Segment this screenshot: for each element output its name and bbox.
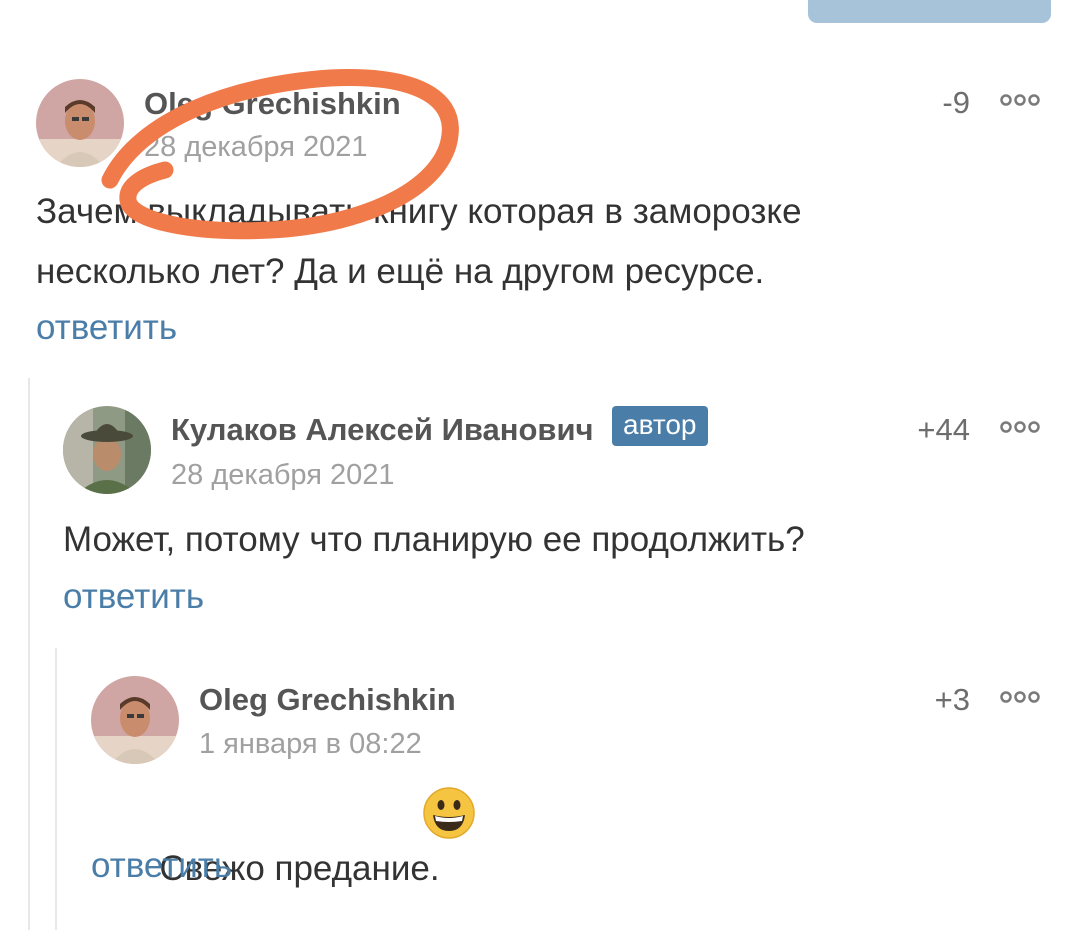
more-dots-icon[interactable] (1000, 690, 1040, 704)
avatar[interactable] (36, 79, 124, 167)
user-photo-icon (91, 676, 179, 764)
comment-text: Зачем выкладывать книгу которая в заморо… (36, 182, 1036, 302)
comment-text-line: Зачем выкладывать книгу которая в заморо… (36, 192, 802, 231)
avatar[interactable] (63, 406, 151, 494)
author-name[interactable]: Oleg Grechishkin (144, 86, 401, 122)
top-action-button[interactable] (808, 0, 1051, 23)
comment-score: -9 (942, 85, 970, 120)
comment-text: Может, потому что планирую ее продолжить… (63, 510, 1023, 570)
comment-date: 28 декабря 2021 (144, 131, 368, 163)
reply-link[interactable]: ответить (36, 308, 177, 348)
comment-text-line: несколько лет? Да и ещё на другом ресурс… (36, 252, 765, 291)
comment-text-line: Может, потому что планирую ее продолжить… (63, 520, 805, 559)
thread-indent-line (55, 648, 57, 930)
author-badge: автор (612, 406, 708, 446)
more-dots-icon[interactable] (1000, 420, 1040, 434)
author-name[interactable]: Oleg Grechishkin (199, 682, 456, 718)
comment-score: +3 (934, 682, 970, 717)
reply-link[interactable]: ответить (63, 577, 204, 617)
comment-date: 28 декабря 2021 (171, 459, 395, 491)
comments-page: Oleg Grechishkin 28 декабря 2021 -9 Заче… (0, 0, 1080, 930)
comment-date: 1 января в 08:22 (199, 728, 422, 760)
avatar[interactable] (91, 676, 179, 764)
author-name[interactable]: Кулаков Алексей Иванович (171, 412, 594, 448)
reply-link[interactable]: ответить (91, 846, 232, 886)
more-dots-icon[interactable] (1000, 93, 1040, 107)
thread-indent-line (28, 378, 30, 930)
grinning-face-emoji-icon (423, 787, 475, 839)
user-photo-hat-icon (63, 406, 151, 494)
user-photo-icon (36, 79, 124, 167)
comment-score: +44 (917, 412, 970, 447)
